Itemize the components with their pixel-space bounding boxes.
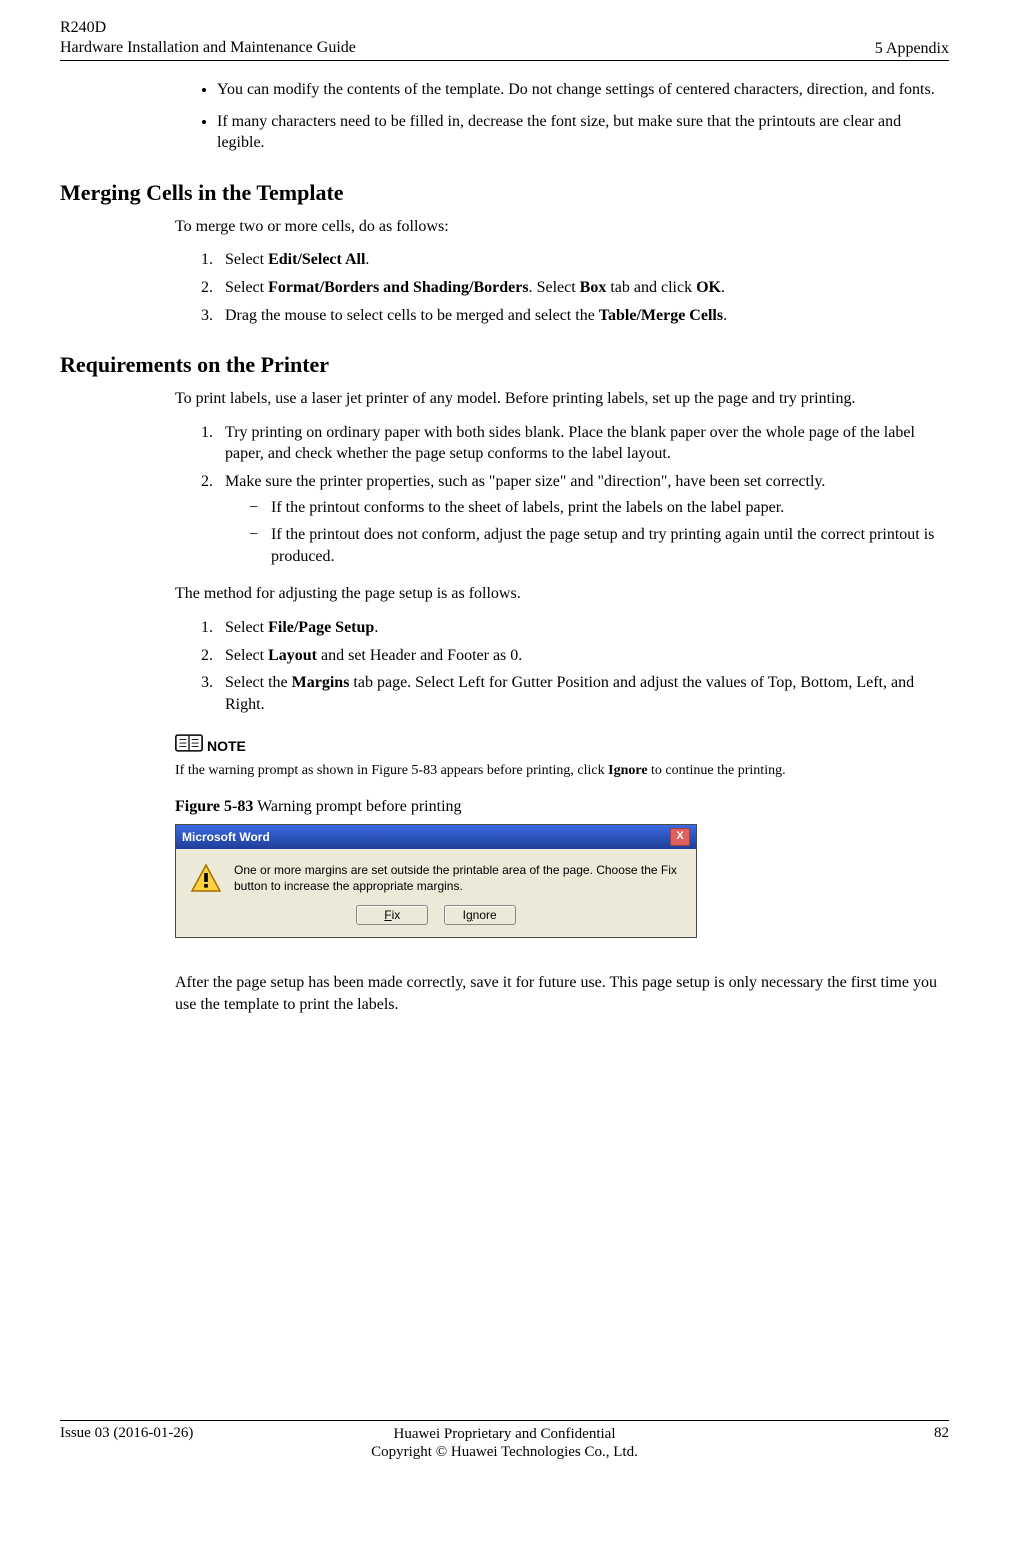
document-page: R240D Hardware Installation and Maintena… [0, 0, 1009, 1490]
merge-steps: Select Edit/Select All. Select Format/Bo… [175, 249, 949, 326]
bold-text: File/Page Setup [268, 619, 374, 636]
bold-text: Ignore [608, 763, 647, 778]
footer-right: 82 [727, 1425, 949, 1463]
text: If the warning prompt as shown in [175, 763, 371, 778]
main-content: You can modify the contents of the templ… [175, 79, 949, 1016]
bold-text: Layout [268, 647, 317, 664]
after-sub-text: The method for adjusting the page setup … [175, 583, 949, 605]
list-item: Select Edit/Select All. [217, 249, 949, 271]
text: nore [473, 908, 497, 922]
doc-title: Hardware Installation and Maintenance Gu… [60, 38, 855, 58]
text: tab and click [606, 279, 696, 296]
note-block: NOTE If the warning prompt as shown in F… [175, 731, 949, 780]
text: Make sure the printer properties, such a… [225, 473, 825, 490]
printer-substeps: If the printout conforms to the sheet of… [225, 497, 949, 568]
dialog-message: One or more margins are set outside the … [234, 863, 682, 894]
ignore-button[interactable]: Ignore [444, 905, 516, 925]
text: . [721, 279, 725, 296]
text: . [723, 307, 727, 324]
text: appears before printing, click [437, 763, 608, 778]
warning-icon [190, 863, 222, 895]
header-right: 5 Appendix [875, 40, 949, 58]
text: . [374, 619, 378, 636]
footer-center-line1: Huawei Proprietary and Confidential [282, 1425, 727, 1444]
text: F [384, 908, 391, 922]
close-button[interactable]: X [670, 828, 690, 846]
page-footer: Issue 03 (2016-01-26) Huawei Proprietary… [60, 1420, 949, 1463]
section-heading-merge: Merging Cells in the Template [60, 180, 949, 206]
list-item: If the printout does not conform, adjust… [253, 524, 949, 567]
list-item: Select File/Page Setup. [217, 617, 949, 639]
section-heading-printer: Requirements on the Printer [60, 352, 949, 378]
book-icon [175, 731, 207, 760]
dialog-body: One or more margins are set outside the … [176, 849, 696, 901]
merge-lead: To merge two or more cells, do as follow… [175, 216, 949, 238]
bold-text: Format/Borders and Shading/Borders [268, 279, 528, 296]
list-item: Make sure the printer properties, such a… [217, 471, 949, 567]
text: . Select [529, 279, 580, 296]
bold-text: Edit/Select All [268, 251, 365, 268]
header-left: R240D Hardware Installation and Maintena… [60, 18, 855, 58]
bold-text: OK [696, 279, 721, 296]
doc-model: R240D [60, 18, 855, 38]
intro-bullets: You can modify the contents of the templ… [175, 79, 949, 154]
text: to continue the printing. [648, 763, 786, 778]
footer-left: Issue 03 (2016-01-26) [60, 1425, 282, 1463]
dialog-title-text: Microsoft Word [182, 830, 270, 844]
bold-text: Margins [292, 674, 350, 691]
text: Select [225, 647, 268, 664]
list-item: Drag the mouse to select cells to be mer… [217, 305, 949, 327]
note-header: NOTE [175, 731, 949, 760]
list-item: Select Format/Borders and Shading/Border… [217, 277, 949, 299]
dialog-titlebar: Microsoft Word X [176, 825, 696, 849]
list-item: If many characters need to be filled in,… [217, 111, 949, 154]
fix-button[interactable]: Fix [356, 905, 428, 925]
text: Select the [225, 674, 292, 691]
list-item: You can modify the contents of the templ… [217, 79, 949, 101]
footer-center: Huawei Proprietary and Confidential Copy… [282, 1425, 727, 1463]
printer-steps-2: Select File/Page Setup. Select Layout an… [175, 617, 949, 715]
list-item: Try printing on ordinary paper with both… [217, 422, 949, 465]
figure-number: Figure 5-83 [175, 798, 253, 815]
text: . [365, 251, 369, 268]
list-item: Select Layout and set Header and Footer … [217, 645, 949, 667]
bold-text: Box [580, 279, 607, 296]
text: and set Header and Footer as 0. [317, 647, 522, 664]
footer-center-line2: Copyright © Huawei Technologies Co., Ltd… [282, 1443, 727, 1462]
text: g [466, 908, 473, 922]
after-dialog-text: After the page setup has been made corre… [175, 972, 949, 1015]
note-body: If the warning prompt as shown in Figure… [175, 762, 949, 780]
text: Figure 5-83 [371, 763, 437, 778]
figure-caption: Figure 5-83 Warning prompt before printi… [175, 798, 949, 816]
text: Select [225, 279, 268, 296]
text: Drag the mouse to select cells to be mer… [225, 307, 599, 324]
printer-steps-1: Try printing on ordinary paper with both… [175, 422, 949, 568]
figure-title: Warning prompt before printing [253, 798, 461, 815]
warning-dialog: Microsoft Word X One or more margins are… [175, 824, 697, 938]
page-header: R240D Hardware Installation and Maintena… [60, 18, 949, 61]
text: Select [225, 251, 268, 268]
dialog-button-row: Fix Ignore [176, 901, 696, 937]
note-label: NOTE [207, 738, 246, 754]
bold-text: Table/Merge Cells [599, 307, 723, 324]
text: Select [225, 619, 268, 636]
list-item: Select the Margins tab page. Select Left… [217, 672, 949, 715]
text: ix [392, 908, 401, 922]
list-item: If the printout conforms to the sheet of… [253, 497, 949, 519]
printer-lead: To print labels, use a laser jet printer… [175, 388, 949, 410]
